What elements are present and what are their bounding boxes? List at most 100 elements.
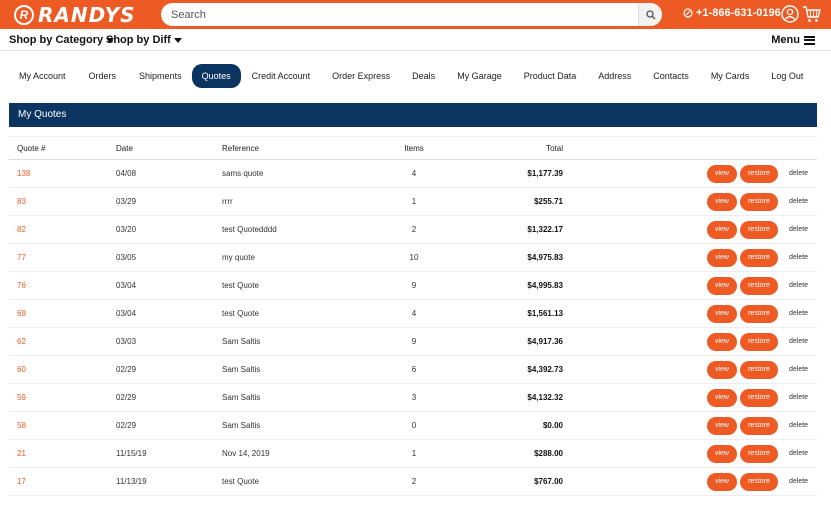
delete-link[interactable]: delete	[789, 226, 808, 233]
delete-link[interactable]: delete	[789, 478, 808, 485]
restore-button[interactable]: restore	[740, 220, 778, 239]
quote-number-link[interactable]: 21	[17, 440, 26, 467]
restore-button[interactable]: restore	[740, 444, 778, 463]
quote-date: 02/29	[116, 421, 137, 430]
quote-items: 2	[411, 225, 417, 234]
view-button[interactable]: view	[707, 472, 737, 491]
view-button[interactable]: view	[707, 444, 737, 463]
column-header-reference: Reference	[222, 143, 259, 153]
delete-link[interactable]: delete	[789, 282, 808, 289]
row-actions: view restore delete	[707, 468, 808, 495]
restore-button[interactable]: restore	[740, 388, 778, 407]
table-row: 21 11/15/19 Nov 14, 2019 1 $288.00 view …	[9, 440, 817, 468]
quote-total: $4,392.73	[527, 365, 563, 374]
quote-reference: test Quote	[222, 309, 259, 318]
quote-date: 02/29	[116, 393, 137, 402]
tab-address[interactable]: Address	[587, 64, 642, 88]
view-button[interactable]: view	[707, 388, 737, 407]
restore-button[interactable]: restore	[740, 416, 778, 435]
view-button[interactable]: view	[707, 220, 737, 239]
row-actions: view restore delete	[707, 160, 808, 187]
tab-contacts[interactable]: Contacts	[642, 64, 700, 88]
search-button[interactable]	[638, 3, 662, 26]
tab-log-out[interactable]: Log Out	[760, 64, 814, 88]
table-row: 62 03/03 Sam Saltis 9 $4,917.36 view res…	[9, 328, 817, 356]
delete-link[interactable]: delete	[789, 338, 808, 345]
tab-orders[interactable]: Orders	[76, 64, 130, 88]
quote-number-link[interactable]: 77	[17, 244, 26, 271]
restore-button[interactable]: restore	[740, 332, 778, 351]
restore-button[interactable]: restore	[740, 164, 778, 183]
restore-button[interactable]: restore	[740, 304, 778, 323]
quote-total: $767.00	[534, 477, 563, 486]
delete-link[interactable]: delete	[789, 310, 808, 317]
shop-by-category-dropdown[interactable]: Shop by Category	[9, 34, 115, 46]
quote-number-link[interactable]: 58	[17, 412, 26, 439]
tab-quotes[interactable]: Quotes	[191, 64, 241, 88]
view-button[interactable]: view	[707, 164, 737, 183]
restore-button[interactable]: restore	[740, 248, 778, 267]
quote-reference: Sam Saltis	[222, 421, 261, 430]
row-actions: view restore delete	[707, 188, 808, 215]
tab-my-garage[interactable]: My Garage	[446, 64, 513, 88]
shop-by-diff-dropdown[interactable]: Shop by Diff	[106, 34, 182, 46]
quote-total: $4,917.36	[527, 337, 563, 346]
table-row: 138 04/08 sams quote 4 $1,177.39 view re…	[9, 160, 817, 188]
quote-reference: test Quote	[222, 477, 259, 486]
delete-link[interactable]: delete	[789, 422, 808, 429]
quote-number-link[interactable]: 62	[17, 328, 26, 355]
row-actions: view restore delete	[707, 300, 808, 327]
row-actions: view restore delete	[707, 384, 808, 411]
quote-number-link[interactable]: 138	[17, 160, 30, 187]
view-button[interactable]: view	[707, 192, 737, 211]
quote-number-link[interactable]: 76	[17, 272, 26, 299]
quote-number-link[interactable]: 17	[17, 468, 26, 495]
view-button[interactable]: view	[707, 276, 737, 295]
view-button[interactable]: view	[707, 332, 737, 351]
quote-date: 04/08	[116, 169, 137, 178]
quote-total: $288.00	[534, 449, 563, 458]
search-bar	[161, 3, 662, 26]
delete-link[interactable]: delete	[789, 198, 808, 205]
restore-button[interactable]: restore	[740, 192, 778, 211]
tab-product-data[interactable]: Product Data	[513, 64, 588, 88]
quote-items: 10	[409, 253, 419, 262]
table-row: 82 03/20 test Quotedddd 2 $1,322.17 view…	[9, 216, 817, 244]
shop-by-category-label: Shop by Category	[9, 34, 104, 46]
cart-icon[interactable]	[802, 5, 822, 23]
tab-order-express[interactable]: Order Express	[321, 64, 401, 88]
tab-my-cards[interactable]: My Cards	[700, 64, 761, 88]
account-icon[interactable]	[781, 5, 799, 23]
menu-button[interactable]: Menu	[771, 34, 815, 46]
quote-reference: Nov 14, 2019	[222, 449, 270, 458]
view-button[interactable]: view	[707, 360, 737, 379]
quote-items: 3	[411, 393, 417, 402]
quote-total: $4,975.83	[527, 253, 563, 262]
quote-items: 9	[411, 337, 417, 346]
quote-number-link[interactable]: 69	[17, 300, 26, 327]
randys-logo[interactable]: R RANDYS	[14, 3, 136, 27]
restore-button[interactable]: restore	[740, 360, 778, 379]
tab-credit-account[interactable]: Credit Account	[241, 64, 322, 88]
delete-link[interactable]: delete	[789, 394, 808, 401]
view-button[interactable]: view	[707, 416, 737, 435]
quote-number-link[interactable]: 82	[17, 216, 26, 243]
logo-badge: R	[14, 5, 34, 25]
view-button[interactable]: view	[707, 304, 737, 323]
phone-link[interactable]: +1-866-631-0196	[683, 7, 781, 19]
quote-number-link[interactable]: 83	[17, 188, 26, 215]
menu-label: Menu	[771, 34, 800, 46]
tab-my-account[interactable]: My Account	[9, 64, 76, 88]
delete-link[interactable]: delete	[789, 450, 808, 457]
tab-deals[interactable]: Deals	[401, 64, 446, 88]
tab-shipments[interactable]: Shipments	[129, 64, 192, 88]
quote-number-link[interactable]: 60	[17, 356, 26, 383]
search-input[interactable]	[171, 4, 631, 25]
delete-link[interactable]: delete	[789, 366, 808, 373]
view-button[interactable]: view	[707, 248, 737, 267]
delete-link[interactable]: delete	[789, 254, 808, 261]
quote-number-link[interactable]: 59	[17, 384, 26, 411]
restore-button[interactable]: restore	[740, 276, 778, 295]
delete-link[interactable]: delete	[789, 170, 808, 177]
restore-button[interactable]: restore	[740, 472, 778, 491]
